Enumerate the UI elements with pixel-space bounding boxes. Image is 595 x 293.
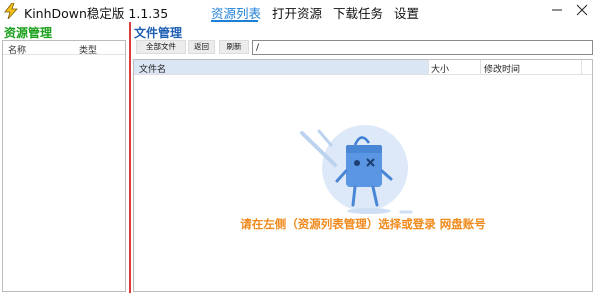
column-header-type[interactable]: 类型	[79, 43, 97, 56]
column-separator	[480, 60, 481, 74]
tab-settings[interactable]: 设置	[394, 3, 419, 22]
file-list-header: 文件名 大小 修改时间	[134, 60, 592, 75]
back-button[interactable]: 返回	[188, 40, 215, 54]
path-input[interactable]	[252, 40, 593, 55]
minimize-icon[interactable]	[547, 1, 567, 19]
column-header-filename[interactable]: 文件名	[139, 62, 166, 75]
file-management-heading: 文件管理	[134, 26, 183, 40]
all-files-button[interactable]: 全部文件	[136, 40, 186, 54]
column-header-size[interactable]: 大小	[431, 62, 449, 75]
refresh-button[interactable]: 刷新	[219, 40, 249, 54]
empty-state-message: 请在左侧（资源列表管理）选择或登录 网盘账号	[240, 217, 486, 231]
column-separator	[428, 60, 429, 74]
file-list[interactable]: 文件名 大小 修改时间 请在左侧（资源列表管理）选择或登录 网盘账号	[133, 59, 593, 292]
resource-management-heading: 资源管理	[4, 26, 53, 40]
close-icon[interactable]	[572, 1, 592, 19]
panel-splitter[interactable]	[129, 22, 131, 293]
lightning-bolt-icon	[4, 3, 18, 19]
active-tab-indicator	[211, 20, 258, 22]
column-header-filename-bg	[134, 60, 428, 74]
column-header-modified[interactable]: 修改时间	[484, 62, 520, 75]
column-separator	[581, 60, 582, 74]
tab-download-tasks[interactable]: 下载任务	[333, 3, 383, 22]
column-header-name[interactable]: 名称	[8, 43, 26, 56]
tab-open-resource[interactable]: 打开资源	[272, 3, 322, 22]
app-title: KinhDown稳定版 1.1.35	[24, 6, 169, 21]
title-bar: KinhDown稳定版 1.1.35 资源列表 打开资源 下载任务 设置	[0, 0, 595, 22]
resource-list[interactable]: 名称 类型	[2, 40, 126, 292]
empty-bag-mascot-icon	[300, 125, 413, 214]
